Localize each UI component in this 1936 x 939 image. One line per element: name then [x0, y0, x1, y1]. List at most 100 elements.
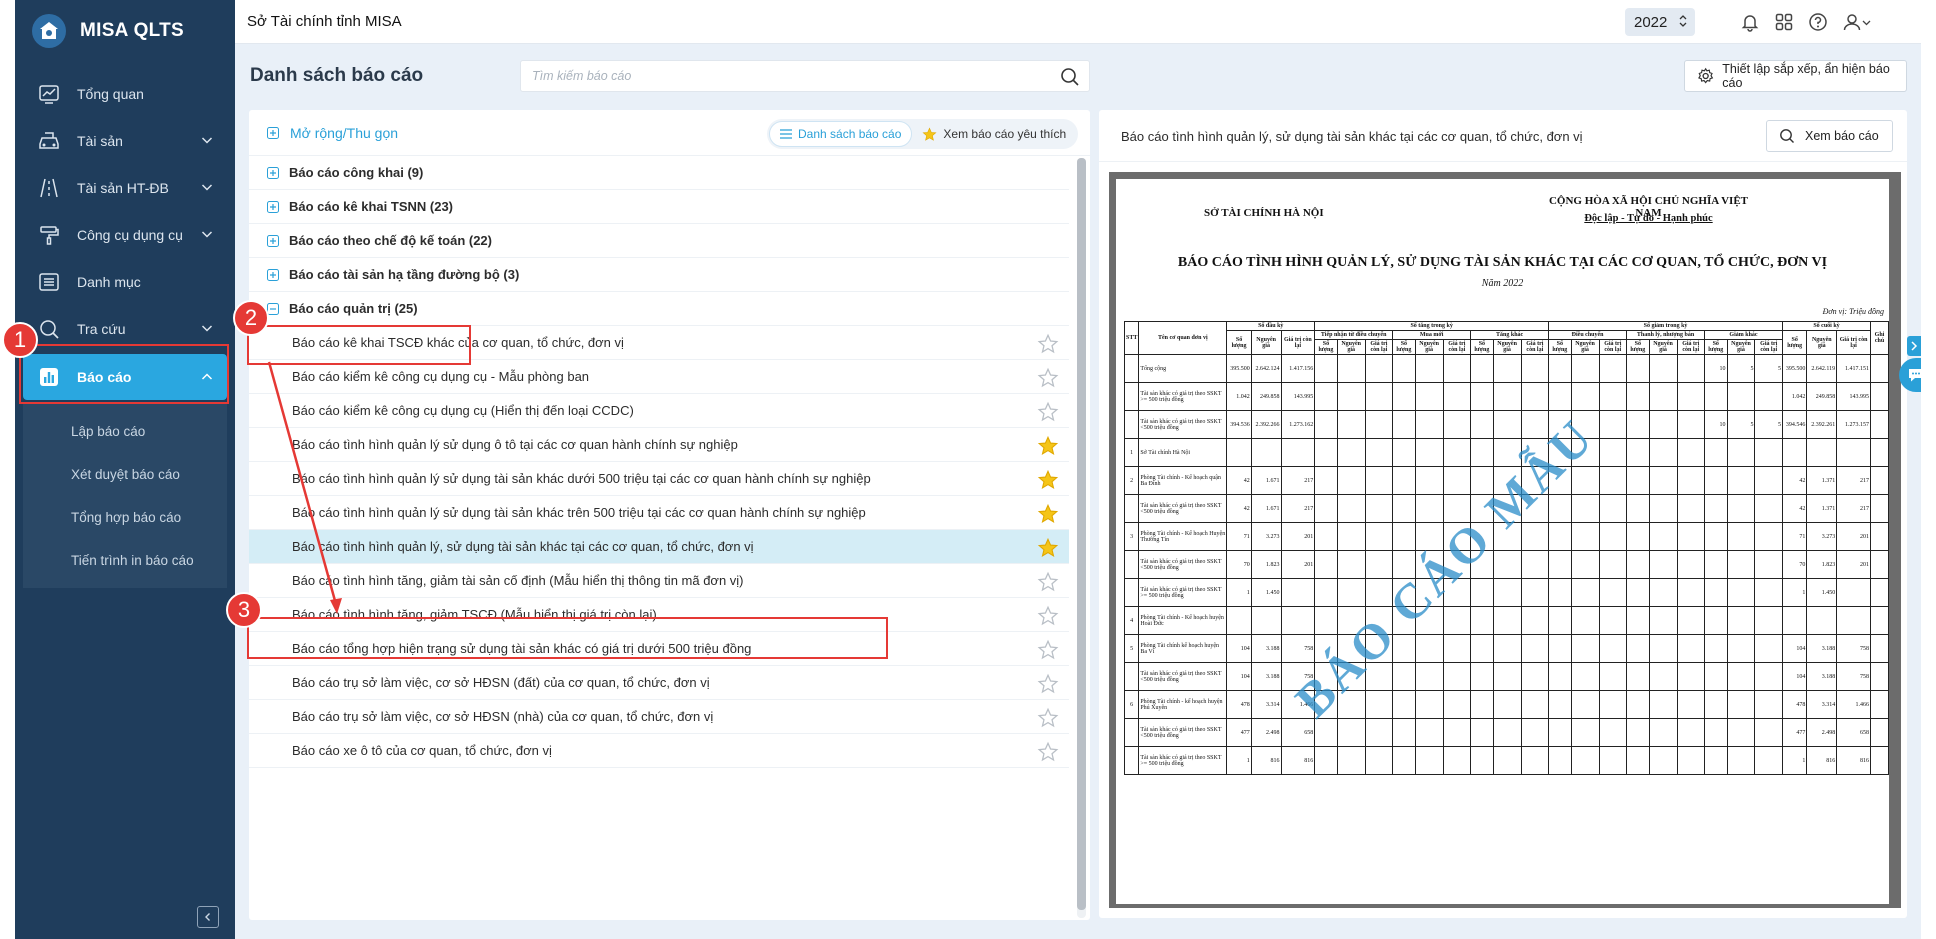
- sidebar-item-tai-san-ht-db[interactable]: Tài sản HT-ĐB: [15, 164, 235, 211]
- report-item[interactable]: Báo cáo xe ô tô của cơ quan, tổ chức, đơ…: [249, 734, 1069, 768]
- star-outline-icon[interactable]: [1037, 741, 1059, 766]
- plus-box-icon[interactable]: [267, 166, 279, 179]
- doc-cell-stt: [1123, 550, 1140, 579]
- doc-cell-empty: [1626, 718, 1650, 747]
- sidebar-subitem[interactable]: Tiến trình in báo cáo: [23, 539, 227, 582]
- plus-box-icon[interactable]: [267, 200, 279, 213]
- report-item[interactable]: Báo cáo tổng hợp hiện trạng sử dụng tài …: [249, 632, 1069, 666]
- report-item[interactable]: Báo cáo tình hình tăng, giảm TSCĐ (Mẫu h…: [249, 598, 1069, 632]
- doc-col-increase-sub: Mua mới: [1392, 330, 1472, 340]
- star-filled-icon[interactable]: [1037, 435, 1059, 460]
- doc-cell-empty: [1520, 690, 1550, 719]
- report-item[interactable]: Báo cáo trụ sở làm việc, cơ sở HĐSN (đất…: [249, 666, 1069, 700]
- star-outline-icon[interactable]: [1037, 367, 1059, 392]
- star-outline-icon[interactable]: [1037, 639, 1059, 664]
- plus-box-icon[interactable]: [267, 268, 279, 281]
- doc-cell-open: 217: [1280, 466, 1316, 495]
- year-selector[interactable]: 2022: [1625, 8, 1695, 36]
- report-group[interactable]: Báo cáo kê khai TSNN (23): [249, 190, 1069, 224]
- list-scrollbar-thumb[interactable]: [1077, 158, 1086, 910]
- sidebar-subitem[interactable]: Lập báo cáo: [23, 410, 227, 453]
- report-item[interactable]: Báo cáo tình hình quản lý sử dụng ô tô t…: [249, 428, 1069, 462]
- list-scrollbar[interactable]: [1077, 158, 1086, 918]
- view-list-label: Danh sách báo cáo: [798, 127, 902, 141]
- star-filled-icon[interactable]: [1037, 469, 1059, 494]
- report-item[interactable]: Báo cáo kiểm kê công cụ dụng cụ - Mẫu ph…: [249, 360, 1069, 394]
- notification-bell-icon[interactable]: [1739, 11, 1761, 33]
- sidebar-subitem[interactable]: Xét duyệt báo cáo: [23, 453, 227, 496]
- report-settings-button[interactable]: Thiết lập sắp xếp, ẩn hiện báo cáo: [1684, 60, 1907, 92]
- sidebar-subitem[interactable]: Tổng hợp báo cáo: [23, 496, 227, 539]
- doc-col-stt: STT: [1123, 321, 1140, 355]
- report-item[interactable]: Báo cáo kiểm kê công cụ dụng cụ (Hiển th…: [249, 394, 1069, 428]
- doc-cell-note: [1870, 550, 1889, 579]
- chevron-right-icon: [1911, 341, 1918, 351]
- sidebar-item-tra-cuu[interactable]: Tra cứu: [15, 305, 235, 352]
- report-item[interactable]: Báo cáo tình hình tăng, giảm tài sản cố …: [249, 564, 1069, 598]
- brand[interactable]: MISA QLTS: [15, 0, 235, 62]
- sidebar-collapse-button[interactable]: [197, 906, 219, 928]
- doc-cell-empty: [1470, 382, 1494, 411]
- sidebar-item-danh-muc[interactable]: Danh mục: [15, 258, 235, 305]
- report-item[interactable]: Báo cáo kê khai TSCĐ khác của cơ quan, t…: [249, 326, 1069, 360]
- doc-cell-dec-qty: [1704, 606, 1728, 635]
- doc-cell-dec-orig: [1726, 550, 1756, 579]
- report-group[interactable]: Báo cáo theo chế độ kế toán (22): [249, 224, 1069, 258]
- doc-cell-note: [1870, 662, 1889, 691]
- sidebar-item-cong-cu-dung-cu[interactable]: Công cụ dụng cụ: [15, 211, 235, 258]
- help-icon[interactable]: [1807, 11, 1829, 33]
- doc-subcol-rem: Giá trị còn lại: [1754, 339, 1783, 355]
- star-outline-icon[interactable]: [1037, 333, 1059, 358]
- report-item[interactable]: Báo cáo tình hình quản lý sử dụng tài sả…: [249, 462, 1069, 496]
- report-search-input[interactable]: [521, 61, 1041, 91]
- report-item[interactable]: Báo cáo trụ sở làm việc, cơ sở HĐSN (nhà…: [249, 700, 1069, 734]
- view-list-button[interactable]: Danh sách báo cáo: [769, 121, 913, 147]
- report-group[interactable]: Báo cáo công khai (9): [249, 156, 1069, 190]
- report-item[interactable]: Báo cáo tình hình quản lý, sử dụng tài s…: [249, 530, 1069, 564]
- minus-box-icon[interactable]: [267, 302, 279, 315]
- doc-cell-close: 1.417.151: [1836, 354, 1871, 383]
- app-grid-icon[interactable]: [1773, 11, 1795, 33]
- doc-cell-empty: [1336, 410, 1366, 439]
- doc-cell-close: 201: [1836, 550, 1871, 579]
- doc-cell-empty: [1336, 522, 1366, 551]
- doc-cell-empty: [1364, 410, 1394, 439]
- doc-cell-empty: [1470, 578, 1494, 607]
- sidebar-item-tai-san[interactable]: Tài sản: [15, 117, 235, 164]
- expand-collapse-toggle[interactable]: Mở rộng/Thu gọn: [267, 125, 398, 141]
- right-drawer-tab[interactable]: [1907, 336, 1921, 356]
- report-item-label: Báo cáo tình hình quản lý sử dụng ô tô t…: [292, 437, 738, 452]
- report-preview-canvas[interactable]: SỞ TÀI CHÍNH HÀ NỘI CỘNG HÒA XÃ HỘI CHỦ …: [1109, 172, 1901, 908]
- doc-cell-empty: [1442, 438, 1472, 467]
- search-icon[interactable]: [1060, 67, 1080, 87]
- star-filled-icon[interactable]: [1037, 503, 1059, 528]
- doc-cell-dec-qty: 10: [1704, 410, 1728, 439]
- doc-cell-empty: [1470, 438, 1494, 467]
- user-menu[interactable]: [1839, 11, 1873, 33]
- report-group[interactable]: Báo cáo tài sản hạ tầng đường bộ (3): [249, 258, 1069, 292]
- view-report-button[interactable]: Xem báo cáo: [1766, 120, 1893, 152]
- report-group[interactable]: Báo cáo quản trị (25): [249, 292, 1069, 326]
- sidebar-item-bao-cao[interactable]: Báo cáo: [23, 354, 227, 400]
- app-window: MISA QLTS Tổng quan Tài sản Tài sản HT-ĐB C…: [15, 0, 1921, 939]
- doc-cell-empty: [1676, 690, 1706, 719]
- doc-col-increase-sub: Tăng khác: [1470, 330, 1550, 340]
- star-outline-icon[interactable]: [1037, 605, 1059, 630]
- star-filled-icon[interactable]: [1037, 537, 1059, 562]
- doc-cell-close: 394.546: [1781, 410, 1808, 439]
- star-outline-icon[interactable]: [1037, 401, 1059, 426]
- plus-box-icon[interactable]: [267, 234, 279, 247]
- doc-cell-open: 3.188: [1250, 662, 1282, 691]
- doc-cell-open: 477: [1226, 718, 1252, 747]
- sidebar-item-tong-quan[interactable]: Tổng quan: [15, 70, 235, 117]
- view-favorites-button[interactable]: Xem báo cáo yêu thích: [912, 121, 1076, 147]
- doc-cell-empty: [1364, 438, 1394, 467]
- star-outline-icon[interactable]: [1037, 571, 1059, 596]
- doc-cell-empty: [1442, 718, 1472, 747]
- doc-table-row: Tài sản khác có giá trị theo SSKT >= 500…: [1123, 382, 1889, 411]
- star-outline-icon[interactable]: [1037, 673, 1059, 698]
- doc-cell-empty: [1314, 410, 1338, 439]
- report-item[interactable]: Báo cáo tình hình quản lý sử dụng tài sả…: [249, 496, 1069, 530]
- doc-cell-empty: [1648, 746, 1678, 775]
- star-outline-icon[interactable]: [1037, 707, 1059, 732]
